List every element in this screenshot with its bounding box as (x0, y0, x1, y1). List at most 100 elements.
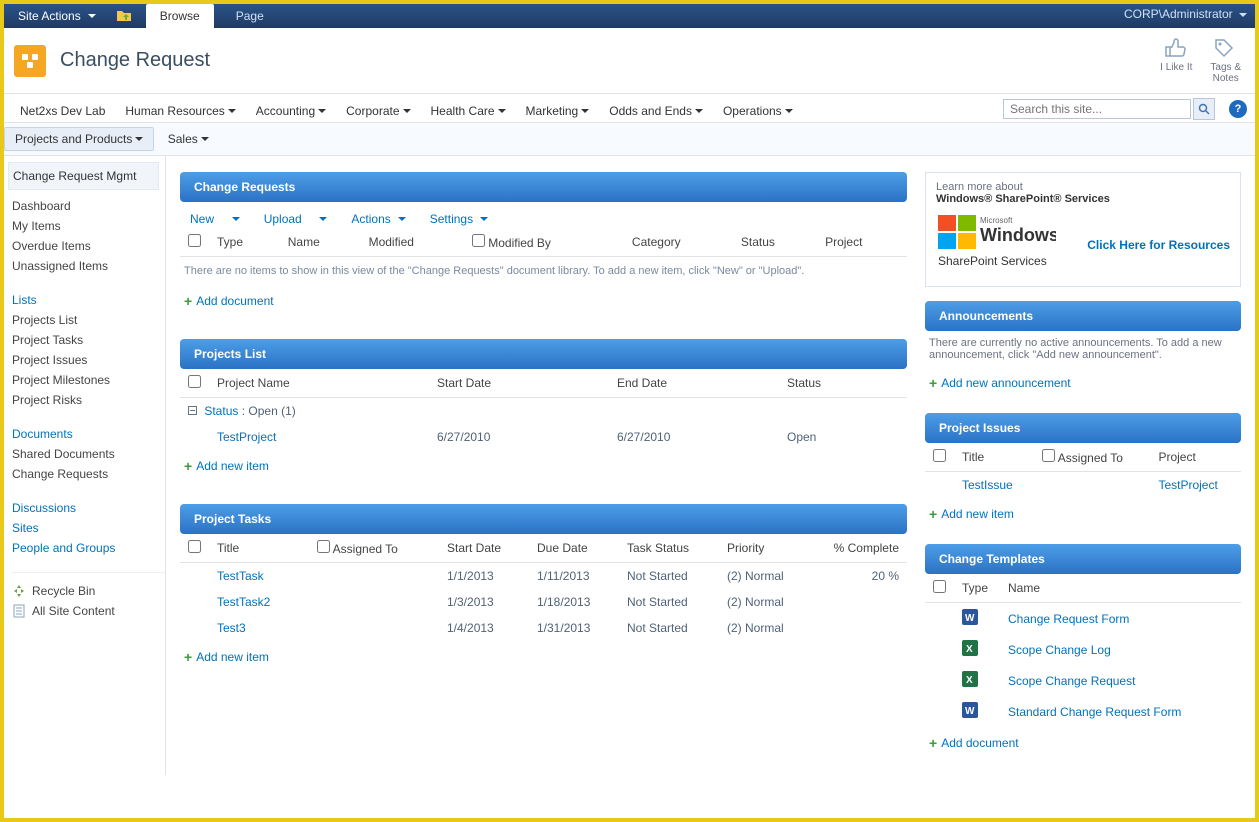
help-button[interactable]: ? (1229, 100, 1247, 118)
col-taskstatus[interactable]: Task Status (619, 534, 719, 563)
sidebar-head-lists[interactable]: Lists (12, 290, 165, 310)
ribbon-tab-page[interactable]: Page (222, 4, 278, 28)
add-item-link[interactable]: +Add new item (180, 641, 273, 673)
issue-link[interactable]: TestIssue (962, 478, 1013, 492)
add-document-link[interactable]: +Add document (180, 285, 278, 317)
col-due[interactable]: Due Date (529, 534, 619, 563)
sidebar-head-docs[interactable]: Documents (12, 424, 165, 444)
search-go-button[interactable] (1193, 98, 1215, 120)
sidebar-discussions[interactable]: Discussions (12, 498, 165, 518)
col-project[interactable]: Project (1150, 443, 1241, 472)
col-complete[interactable]: % Complete (819, 534, 907, 563)
col-category[interactable]: Category (624, 228, 733, 257)
col-projectname[interactable]: Project Name (209, 369, 429, 398)
col-modified[interactable]: Modified (361, 228, 464, 257)
table-row[interactable]: TestIssue TestProject (925, 472, 1241, 499)
nav-hr[interactable]: Human Resources (117, 100, 243, 122)
toolbar-new[interactable]: New (190, 212, 240, 226)
col-assigned[interactable]: Assigned To (1034, 443, 1150, 472)
task-link[interactable]: Test3 (217, 621, 246, 635)
template-link[interactable]: Standard Change Request Form (1008, 705, 1181, 719)
collapse-icon[interactable] (188, 406, 197, 415)
task-link[interactable]: TestTask (217, 569, 264, 583)
sidebar-current[interactable]: Change Request Mgmt (8, 162, 159, 190)
col-assigned[interactable]: Assigned To (309, 534, 439, 563)
filter-checkbox[interactable] (1042, 449, 1055, 462)
table-row[interactable]: TestTask2 1/3/2013 1/18/2013 Not Started… (180, 589, 907, 615)
subnav-projects[interactable]: Projects and Products (4, 127, 154, 151)
select-all-checkbox[interactable] (188, 375, 201, 388)
ribbon-tab-browse[interactable]: Browse (146, 4, 214, 28)
table-row[interactable]: Test3 1/4/2013 1/31/2013 Not Started (2)… (180, 615, 907, 641)
select-all-checkbox[interactable] (933, 449, 946, 462)
task-link[interactable]: TestTask2 (217, 595, 270, 609)
sidebar-recycle[interactable]: Recycle Bin (12, 581, 165, 601)
select-all-checkbox[interactable] (188, 540, 201, 553)
toolbar-actions[interactable]: Actions (351, 212, 405, 226)
like-button[interactable]: I Like It (1154, 34, 1198, 86)
template-link[interactable]: Change Request Form (1008, 612, 1129, 626)
template-link[interactable]: Scope Change Request (1008, 674, 1135, 688)
nav-odds[interactable]: Odds and Ends (601, 100, 711, 122)
add-announcement-link[interactable]: +Add new announcement (925, 367, 1075, 399)
toolbar-settings[interactable]: Settings (430, 212, 488, 226)
sidebar-changereq[interactable]: Change Requests (12, 464, 165, 484)
sidebar-myitems[interactable]: My Items (12, 216, 165, 236)
add-document-link[interactable]: +Add document (925, 727, 1023, 759)
col-type[interactable]: Type (954, 574, 1000, 603)
col-enddate[interactable]: End Date (609, 369, 779, 398)
sidebar-shareddocs[interactable]: Shared Documents (12, 444, 165, 464)
col-status[interactable]: Status (779, 369, 907, 398)
col-status[interactable]: Status (733, 228, 817, 257)
table-row[interactable]: XScope Change Request (925, 665, 1241, 696)
col-title[interactable]: Title (209, 534, 309, 563)
filter-checkbox[interactable] (317, 540, 330, 553)
table-row[interactable]: XScope Change Log (925, 634, 1241, 665)
add-item-link[interactable]: +Add new item (180, 450, 273, 482)
nav-marketing[interactable]: Marketing (518, 100, 598, 122)
site-actions-menu[interactable]: Site Actions (10, 5, 104, 27)
filter-checkbox[interactable] (472, 234, 485, 247)
col-name[interactable]: Name (280, 228, 361, 257)
col-project[interactable]: Project (817, 228, 907, 257)
table-row[interactable]: WStandard Change Request Form (925, 696, 1241, 727)
sidebar-projectslist[interactable]: Projects List (12, 310, 165, 330)
sidebar-risks[interactable]: Project Risks (12, 390, 165, 410)
sidebar-overdue[interactable]: Overdue Items (12, 236, 165, 256)
sidebar-dashboard[interactable]: Dashboard (12, 196, 165, 216)
issue-project-link[interactable]: TestProject (1158, 478, 1217, 492)
resources-link[interactable]: Click Here for Resources (1087, 238, 1230, 252)
sidebar-projectissues[interactable]: Project Issues (12, 350, 165, 370)
sidebar-sites[interactable]: Sites (12, 518, 165, 538)
site-icon[interactable] (14, 45, 46, 77)
group-header[interactable]: Status : Open (1) (180, 398, 907, 425)
sidebar-projecttasks[interactable]: Project Tasks (12, 330, 165, 350)
user-menu[interactable]: CORP\Administrator (1124, 7, 1247, 21)
nav-accounting[interactable]: Accounting (248, 100, 334, 122)
col-modifiedby[interactable]: Modified By (464, 228, 624, 257)
nav-corporate[interactable]: Corporate (338, 100, 418, 122)
select-all-checkbox[interactable] (188, 234, 201, 247)
table-row[interactable]: WChange Request Form (925, 603, 1241, 635)
sidebar-allcontent[interactable]: All Site Content (12, 601, 165, 621)
nav-home[interactable]: Net2xs Dev Lab (12, 100, 113, 122)
col-type[interactable]: Type (209, 228, 280, 257)
nav-operations[interactable]: Operations (715, 100, 801, 122)
table-row[interactable]: TestProject 6/27/2010 6/27/2010 Open (180, 424, 907, 450)
select-all-checkbox[interactable] (933, 580, 946, 593)
navigate-up-button[interactable] (110, 5, 138, 28)
tags-button[interactable]: Tags & Notes (1204, 34, 1247, 86)
col-startdate[interactable]: Start Date (429, 369, 609, 398)
table-row[interactable]: TestTask 1/1/2013 1/11/2013 Not Started … (180, 563, 907, 590)
sidebar-milestones[interactable]: Project Milestones (12, 370, 165, 390)
sidebar-people[interactable]: People and Groups (12, 538, 165, 558)
project-link[interactable]: TestProject (217, 430, 276, 444)
search-input[interactable] (1003, 99, 1191, 119)
sidebar-unassigned[interactable]: Unassigned Items (12, 256, 165, 276)
col-priority[interactable]: Priority (719, 534, 819, 563)
template-link[interactable]: Scope Change Log (1008, 643, 1111, 657)
col-name[interactable]: Name (1000, 574, 1241, 603)
subnav-sales[interactable]: Sales (158, 128, 219, 150)
col-start[interactable]: Start Date (439, 534, 529, 563)
col-title[interactable]: Title (954, 443, 1034, 472)
